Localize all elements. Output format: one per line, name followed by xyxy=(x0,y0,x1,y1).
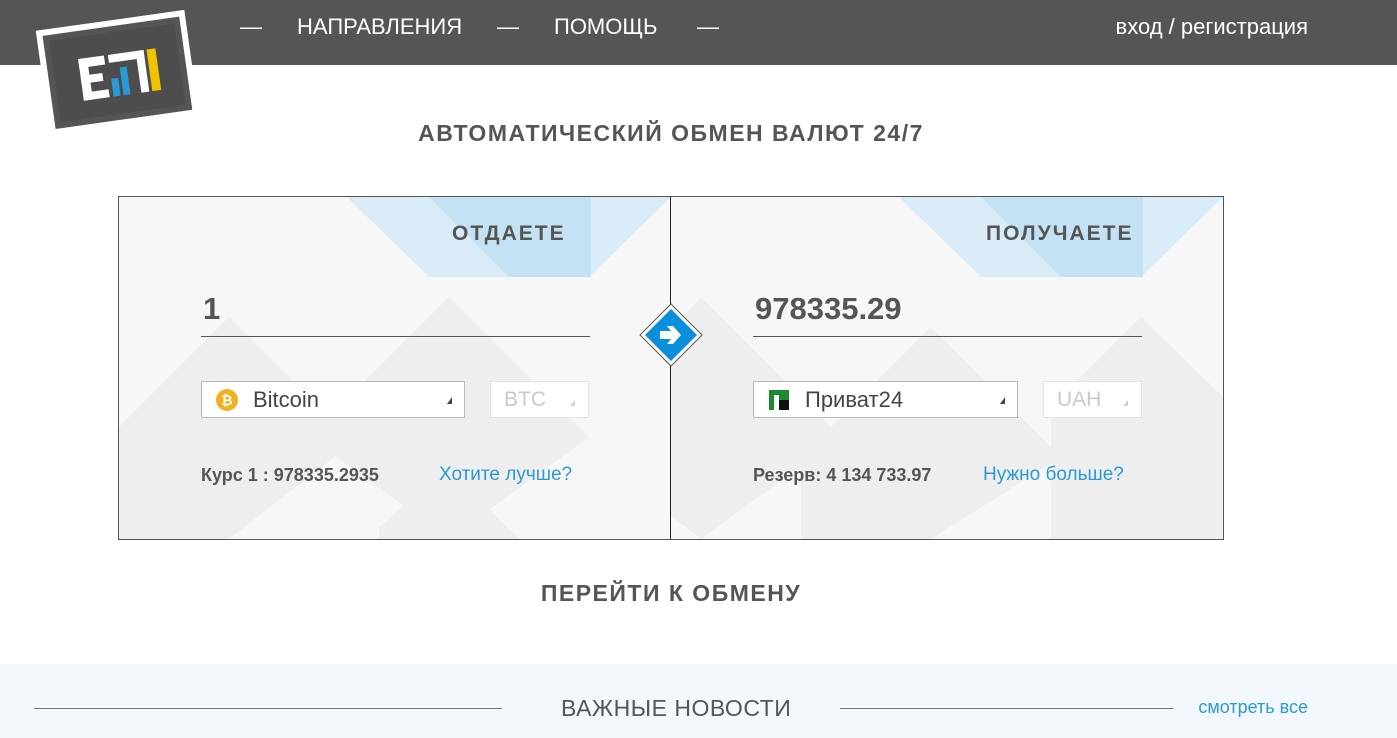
give-system-select[interactable]: ₿ Bitcoin xyxy=(201,381,465,418)
nav-link-help[interactable]: ПОМОЩЬ xyxy=(554,14,657,40)
panel-background-pattern xyxy=(671,197,1223,539)
nav-separator: — xyxy=(697,14,719,39)
receive-system-select[interactable]: Приват24 xyxy=(753,381,1018,418)
reserve-text: Резерв: 4 134 733.97 xyxy=(753,465,932,485)
page-headline: АВТОМАТИЧЕСКИЙ ОБМЕН ВАЛЮТ 24/7 xyxy=(418,120,924,146)
receive-amount-input[interactable]: 978335.29 xyxy=(753,291,1142,337)
top-bar: — НАПРАВЛЕНИЯ — ПОМОЩЬ — вход / регистра… xyxy=(0,0,1397,65)
give-currency-select[interactable]: BTC xyxy=(490,381,589,418)
news-title: ВАЖНЫЕ НОВОСТИ xyxy=(561,695,792,721)
give-amount-input[interactable]: 1 xyxy=(201,291,590,337)
news-divider-right xyxy=(840,708,1173,709)
give-panel: ОТДАЕТЕ 1 ₿ Bitcoin BTC Курс 1 : 978335.… xyxy=(119,197,671,539)
svg-text:₿: ₿ xyxy=(221,393,232,409)
dropdown-arrow-icon xyxy=(1000,397,1005,404)
nav-separator: — xyxy=(240,14,262,39)
go-to-exchange-button[interactable]: ПЕРЕЙТИ К ОБМЕНУ xyxy=(0,580,1342,607)
better-rate-link[interactable]: Хотите лучше? xyxy=(439,464,572,486)
exchange-widget: ОТДАЕТЕ 1 ₿ Bitcoin BTC Курс 1 : 978335.… xyxy=(118,196,1224,540)
receive-currency-select[interactable]: UAH xyxy=(1043,381,1142,418)
login-register-link[interactable]: вход / регистрация xyxy=(1116,14,1309,40)
receive-title: ПОЛУЧАЕТЕ xyxy=(986,222,1134,245)
news-section: ВАЖНЫЕ НОВОСТИ смотреть все xyxy=(0,664,1397,738)
receive-system-label: Приват24 xyxy=(805,387,904,412)
nav-separator: — xyxy=(497,14,519,39)
give-currency-label: BTC xyxy=(504,388,546,411)
dropdown-arrow-icon xyxy=(570,400,575,406)
give-title: ОТДАЕТЕ xyxy=(452,222,566,245)
news-divider-left xyxy=(34,708,502,709)
give-system-label: Bitcoin xyxy=(253,387,320,412)
view-all-news-link[interactable]: смотреть все xyxy=(1198,697,1308,718)
nav-link-directions[interactable]: НАПРАВЛЕНИЯ xyxy=(297,14,462,40)
privat24-icon xyxy=(767,388,791,412)
bitcoin-icon: ₿ xyxy=(216,389,238,411)
dropdown-arrow-icon xyxy=(447,397,452,404)
need-more-link[interactable]: Нужно больше? xyxy=(983,464,1124,486)
swap-arrow-button[interactable] xyxy=(638,302,704,368)
receive-currency-label: UAH xyxy=(1057,388,1102,411)
exchange-rate-text: Курс 1 : 978335.2935 xyxy=(201,465,379,485)
dropdown-arrow-icon xyxy=(1123,400,1128,406)
panel-background-pattern xyxy=(119,197,671,539)
receive-panel: ПОЛУЧАЕТЕ 978335.29 Приват24 UAH Резерв:… xyxy=(671,197,1223,539)
site-logo[interactable] xyxy=(28,0,204,140)
